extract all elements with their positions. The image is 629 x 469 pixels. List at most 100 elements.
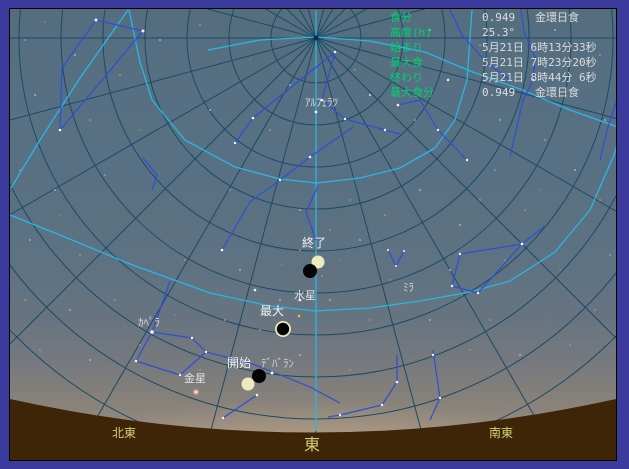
star [278, 178, 282, 182]
constellation-line [449, 9, 511, 81]
star [609, 254, 611, 256]
star [349, 369, 351, 371]
grid-ray [264, 9, 317, 39]
star [409, 359, 411, 361]
grid-ray [10, 37, 317, 345]
mercury-core [298, 315, 300, 317]
star [369, 319, 371, 321]
star [24, 299, 26, 301]
eclipse-moon [276, 322, 290, 336]
star [554, 29, 556, 31]
star [531, 78, 535, 82]
star [494, 169, 496, 171]
star [199, 24, 201, 26]
star [199, 369, 201, 371]
star [449, 269, 451, 271]
star [299, 249, 301, 251]
star [559, 269, 561, 271]
sky-view[interactable] [9, 8, 617, 461]
constellation-line [327, 355, 398, 418]
star [604, 119, 606, 121]
eclipse-sun [241, 377, 255, 391]
star [389, 279, 391, 281]
star [539, 189, 541, 191]
star [270, 371, 274, 375]
star [44, 21, 46, 23]
grid-pole [313, 35, 319, 41]
star [349, 199, 351, 201]
star [569, 344, 571, 346]
star [174, 314, 176, 316]
star [338, 413, 342, 417]
star [333, 50, 337, 54]
star [159, 39, 161, 41]
star [141, 29, 145, 33]
star [524, 209, 526, 211]
reference-line [207, 36, 616, 128]
star [419, 189, 421, 191]
star [383, 128, 387, 132]
grid-arc [10, 182, 616, 378]
star [39, 349, 41, 351]
star [329, 299, 331, 301]
star [465, 158, 469, 162]
star [436, 128, 440, 132]
star [594, 309, 596, 311]
constellation-line [222, 394, 258, 419]
star [104, 174, 106, 176]
star [479, 44, 481, 46]
star [458, 252, 462, 256]
star [233, 141, 237, 145]
star [251, 116, 255, 120]
grid-ray [298, 9, 317, 39]
star [544, 139, 546, 141]
star [599, 54, 601, 56]
star [520, 242, 524, 246]
grid-ray [88, 37, 317, 433]
star [79, 254, 81, 256]
star [609, 339, 611, 341]
grid-ray [315, 37, 616, 119]
star [394, 264, 398, 268]
star [299, 209, 301, 211]
star [229, 189, 231, 191]
star [469, 349, 471, 351]
star [279, 299, 281, 301]
star [431, 353, 435, 357]
star [89, 119, 91, 121]
constellation-line [135, 280, 207, 376]
star [34, 94, 36, 96]
star [504, 259, 506, 261]
star [450, 284, 454, 288]
constellation-line [599, 101, 616, 161]
star [19, 169, 21, 171]
star [58, 128, 62, 132]
star [314, 110, 318, 114]
star [386, 248, 390, 252]
star [134, 359, 138, 363]
grid-ray [315, 37, 616, 212]
constellation-line [142, 157, 158, 191]
star [395, 380, 399, 384]
grid-ray [205, 9, 317, 39]
star [476, 291, 480, 295]
venus-core [194, 390, 198, 394]
star [384, 214, 386, 216]
star [220, 248, 224, 252]
star [289, 84, 291, 86]
star [599, 199, 601, 201]
star [24, 39, 26, 41]
star [259, 329, 261, 331]
star [281, 264, 283, 266]
star [139, 344, 141, 346]
star [209, 109, 211, 111]
star [298, 298, 302, 302]
planetarium-window: ｱﾙﾌｪﾗﾂ ｶﾍﾟﾗ ﾐﾗ ﾃﾞﾊﾞﾗﾝ 水星 金星 終了 最大 開始 北東東南東 食分 0.94… [0, 0, 629, 469]
star [499, 119, 501, 121]
star [129, 239, 131, 241]
star [249, 59, 251, 61]
grid-ray [315, 37, 616, 339]
star [255, 393, 259, 397]
star [459, 224, 461, 226]
star [446, 78, 450, 82]
